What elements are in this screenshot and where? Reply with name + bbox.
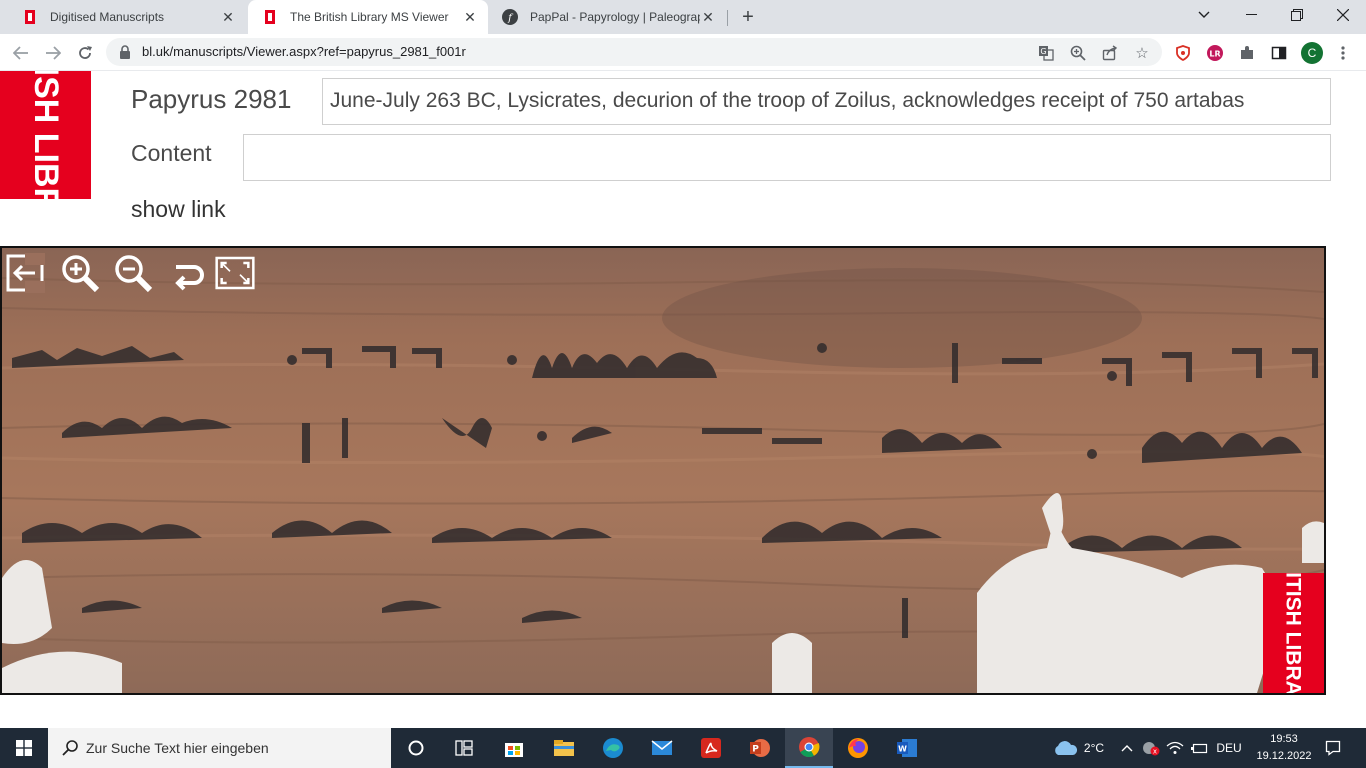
address-bar[interactable]: bl.uk/manuscripts/Viewer.aspx?ref=papyru… — [106, 38, 1162, 66]
svg-text:LR: LR — [1209, 50, 1220, 59]
weather-temperature: 2°C — [1083, 741, 1105, 755]
mail-icon[interactable] — [638, 728, 686, 768]
extension-shield-icon[interactable] — [1173, 43, 1193, 63]
corner-logo-text: BRITISH LIBRARY — [1281, 573, 1305, 693]
content-label: Content — [131, 140, 212, 166]
pappal-favicon: f — [502, 9, 518, 25]
search-icon — [62, 740, 78, 756]
clock-time: 19:53 — [1270, 733, 1298, 745]
zoom-indicator-icon[interactable] — [1068, 43, 1088, 63]
tab-label: Digitised Manuscripts — [50, 10, 165, 24]
translate-icon[interactable]: G — [1036, 43, 1056, 63]
rotate-icon[interactable] — [166, 253, 206, 293]
description-field[interactable]: June-July 263 BC, Lysicrates, decurion o… — [322, 78, 1331, 125]
taskbar-search-box[interactable]: Zur Suche Text hier eingeben — [48, 728, 391, 768]
british-library-favicon — [262, 9, 278, 25]
browser-toolbar: bl.uk/manuscripts/Viewer.aspx?ref=papyru… — [0, 34, 1366, 71]
svg-text:P: P — [752, 745, 759, 755]
clock-date: 19.12.2022 — [1256, 750, 1312, 762]
close-tab-icon[interactable]: ✕ — [220, 9, 236, 25]
tab-digitised-manuscripts[interactable]: Digitised Manuscripts ✕ — [8, 0, 246, 34]
side-panel-icon[interactable] — [1269, 43, 1289, 63]
show-hidden-icons-chevron-icon[interactable] — [1117, 728, 1137, 768]
tab-ms-viewer[interactable]: The British Library MS Viewer ✕ — [248, 0, 488, 34]
exit-viewer-icon[interactable] — [5, 253, 45, 293]
papyrus-image[interactable] — [2, 248, 1324, 693]
svg-text:G: G — [1040, 47, 1046, 56]
cortana-icon[interactable] — [392, 728, 440, 768]
extensions-puzzle-icon[interactable] — [1237, 43, 1257, 63]
logo-text: BRITISH LIBRARY — [27, 71, 65, 199]
bookmark-star-icon[interactable]: ☆ — [1132, 43, 1152, 63]
acrobat-icon[interactable] — [687, 728, 735, 768]
close-window-icon[interactable] — [1320, 0, 1366, 30]
fullscreen-icon[interactable] — [215, 253, 255, 293]
windows-taskbar: Zur Suche Text hier eingeben P W 2°C x D… — [0, 728, 1366, 768]
chrome-taskbar-icon[interactable] — [785, 728, 833, 768]
taskbar-clock[interactable]: 19:53 19.12.2022 — [1246, 731, 1322, 765]
british-library-favicon — [22, 9, 38, 25]
manuscript-title: Papyrus 2981 — [131, 84, 292, 114]
firefox-icon[interactable] — [834, 728, 882, 768]
back-icon[interactable] — [8, 40, 34, 66]
new-tab-icon[interactable]: + — [736, 6, 760, 28]
reload-icon[interactable] — [72, 40, 98, 66]
windows-start-icon[interactable] — [0, 728, 48, 768]
minimize-icon[interactable] — [1228, 0, 1274, 30]
close-tab-icon[interactable]: ✕ — [462, 9, 478, 25]
url-text[interactable]: bl.uk/manuscripts/Viewer.aspx?ref=papyru… — [142, 44, 466, 59]
browser-tab-strip: Digitised Manuscripts ✕ The British Libr… — [0, 0, 1366, 34]
british-library-logo[interactable]: BRITISH LIBRARY — [0, 71, 91, 199]
file-explorer-icon[interactable] — [540, 728, 588, 768]
close-tab-icon[interactable]: ✕ — [700, 9, 716, 25]
tab-label: PapPal - Papyrology | Paleograph — [530, 10, 700, 24]
chrome-menu-icon[interactable] — [1333, 43, 1353, 63]
microsoft-store-icon[interactable] — [490, 728, 538, 768]
show-link[interactable]: show link — [131, 196, 226, 223]
profile-avatar[interactable]: C — [1301, 42, 1323, 64]
svg-text:W: W — [898, 745, 907, 754]
british-library-corner-logo: BRITISH LIBRARY — [1263, 573, 1324, 693]
cloud-icon — [1052, 740, 1078, 756]
input-language[interactable]: DEU — [1212, 728, 1246, 768]
zoom-in-icon[interactable] — [60, 253, 100, 293]
extension-lr-icon[interactable]: LR — [1205, 43, 1225, 63]
task-view-icon[interactable] — [440, 728, 488, 768]
wifi-icon[interactable] — [1164, 728, 1186, 768]
tab-pappal[interactable]: f PapPal - Papyrology | Paleograph ✕ — [488, 0, 726, 34]
zoom-out-icon[interactable] — [113, 253, 153, 293]
content-field[interactable] — [243, 134, 1331, 181]
tab-separator — [727, 10, 728, 26]
svg-text:x: x — [1153, 748, 1157, 756]
edge-icon[interactable] — [589, 728, 637, 768]
manuscript-viewer[interactable]: BRITISH LIBRARY — [0, 246, 1326, 695]
tab-label: The British Library MS Viewer — [290, 10, 449, 24]
notifications-icon[interactable] — [1320, 728, 1346, 768]
share-icon[interactable] — [1100, 43, 1120, 63]
search-placeholder: Zur Suche Text hier eingeben — [86, 740, 269, 756]
word-icon[interactable]: W — [883, 728, 931, 768]
powerpoint-icon[interactable]: P — [736, 728, 784, 768]
restore-icon[interactable] — [1274, 0, 1320, 30]
tab-search-chevron-icon[interactable] — [1181, 0, 1227, 30]
forward-icon[interactable] — [40, 40, 66, 66]
weather-widget[interactable]: 2°C — [1046, 728, 1110, 768]
battery-icon[interactable] — [1188, 728, 1210, 768]
network-warning-icon[interactable]: x — [1140, 728, 1162, 768]
lock-icon[interactable] — [118, 45, 132, 59]
